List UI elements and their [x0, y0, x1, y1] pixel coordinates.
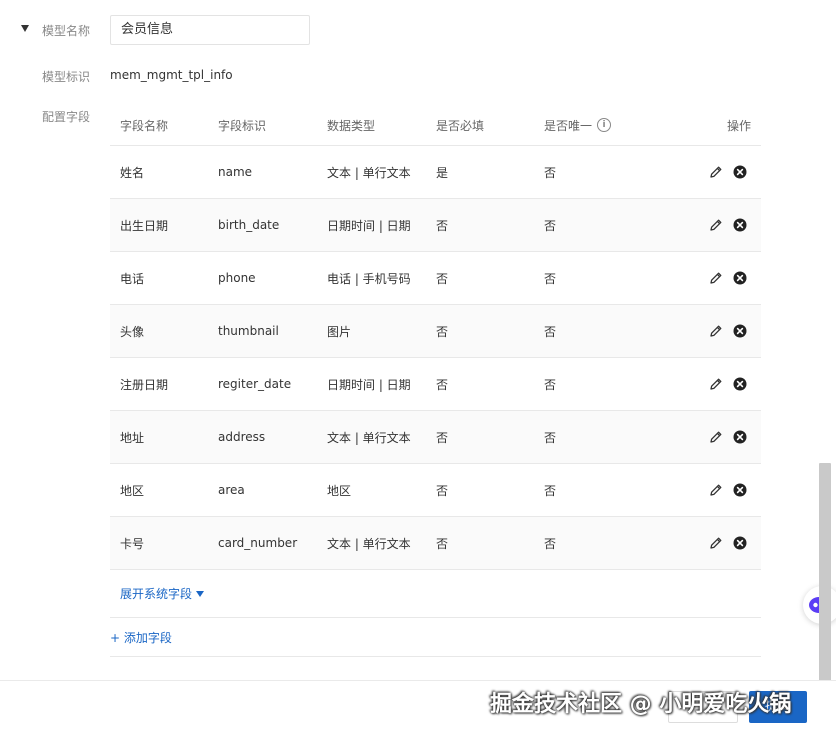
cell-field-name: 地区: [120, 483, 145, 498]
table-row: 卡号 card_number 文本 | 单行文本 否 否: [110, 517, 761, 570]
pencil-icon[interactable]: [709, 483, 723, 497]
cell-field-name: 出生日期: [120, 218, 169, 233]
collapse-caret-icon[interactable]: [21, 25, 29, 32]
cell-required: 否: [436, 377, 449, 392]
header-unique-label: 是否唯一: [544, 118, 593, 133]
model-id-value: mem_mgmt_tpl_info: [110, 68, 233, 82]
table-row: 出生日期 birth_date 日期时间 | 日期 否 否: [110, 199, 761, 252]
header-required: 是否必填: [436, 118, 485, 133]
cell-unique: 否: [544, 430, 557, 445]
pencil-icon[interactable]: [709, 377, 723, 391]
table-row: 电话 phone 电话 | 手机号码 否 否: [110, 252, 761, 305]
cell-actions: [652, 430, 761, 444]
close-circle-icon[interactable]: [733, 430, 747, 444]
pencil-icon[interactable]: [709, 536, 723, 550]
add-field-row: + 添加字段: [110, 618, 761, 657]
model-id-label: 模型标识: [42, 70, 91, 84]
cell-data-type: 电话 | 手机号码: [327, 271, 411, 286]
header-unique: 是否唯一 i: [544, 117, 652, 134]
model-name-label: 模型名称: [42, 24, 91, 38]
cell-field-name: 头像: [120, 324, 145, 339]
table-row: 姓名 name 文本 | 单行文本 是 否: [110, 146, 761, 199]
cell-field-id: card_number: [218, 536, 298, 550]
expand-system-fields-link[interactable]: 展开系统字段: [120, 585, 205, 602]
expand-system-fields-label: 展开系统字段: [120, 587, 193, 601]
table-row: 头像 thumbnail 图片 否 否: [110, 305, 761, 358]
cell-field-name: 电话: [120, 271, 145, 286]
cell-unique: 否: [544, 483, 557, 498]
cell-required: 否: [436, 324, 449, 339]
cell-data-type: 文本 | 单行文本: [327, 430, 411, 445]
cell-actions: [652, 165, 761, 179]
header-field-name: 字段名称: [120, 118, 169, 133]
cell-unique: 否: [544, 165, 557, 180]
table-row: 地址 address 文本 | 单行文本 否 否: [110, 411, 761, 464]
header-actions: 操作: [726, 118, 751, 133]
cell-field-id: thumbnail: [218, 324, 279, 338]
cell-required: 是: [436, 165, 449, 180]
cell-actions: [652, 377, 761, 391]
table-header: 字段名称 字段标识 数据类型 是否必填 是否唯一 i 操作: [110, 105, 761, 146]
cell-required: 否: [436, 430, 449, 445]
scrollbar-thumb[interactable]: [819, 463, 831, 688]
cell-required: 否: [436, 218, 449, 233]
close-circle-icon[interactable]: [733, 377, 747, 391]
cell-actions: [652, 536, 761, 550]
close-circle-icon[interactable]: [733, 271, 747, 285]
table-row: 注册日期 regiter_date 日期时间 | 日期 否 否: [110, 358, 761, 411]
close-circle-icon[interactable]: [733, 483, 747, 497]
cell-required: 否: [436, 271, 449, 286]
config-fields-label: 配置字段: [42, 110, 91, 124]
cell-field-id: phone: [218, 271, 256, 285]
cell-actions: [652, 483, 761, 497]
fields-table: 字段名称 字段标识 数据类型 是否必填 是否唯一 i 操作 姓名 name 文本 |…: [110, 105, 761, 657]
cell-unique: 否: [544, 324, 557, 339]
cell-required: 否: [436, 483, 449, 498]
cell-field-id: regiter_date: [218, 377, 292, 391]
add-field-link[interactable]: + 添加字段: [110, 629, 172, 646]
header-data-type: 数据类型: [327, 118, 376, 133]
pencil-icon[interactable]: [709, 271, 723, 285]
model-name-input[interactable]: 会员信息: [110, 15, 310, 45]
close-circle-icon[interactable]: [733, 218, 747, 232]
cell-unique: 否: [544, 377, 557, 392]
table-row: 地区 area 地区 否 否: [110, 464, 761, 517]
cell-field-name: 注册日期: [120, 377, 169, 392]
pencil-icon[interactable]: [709, 165, 723, 179]
pencil-icon[interactable]: [709, 218, 723, 232]
close-circle-icon[interactable]: [733, 165, 747, 179]
cell-field-name: 卡号: [120, 536, 145, 551]
cell-field-id: address: [218, 430, 266, 444]
cell-data-type: 文本 | 单行文本: [327, 536, 411, 551]
pencil-icon[interactable]: [709, 324, 723, 338]
cell-data-type: 图片: [327, 324, 352, 339]
cell-field-id: birth_date: [218, 218, 280, 232]
cell-field-name: 姓名: [120, 165, 145, 180]
header-field-id: 字段标识: [218, 118, 267, 133]
info-circle-icon[interactable]: i: [597, 118, 612, 132]
cell-unique: 否: [544, 536, 557, 551]
cell-data-type: 文本 | 单行文本: [327, 165, 411, 180]
cell-actions: [652, 218, 761, 232]
cell-unique: 否: [544, 271, 557, 286]
cell-data-type: 日期时间 | 日期: [327, 218, 411, 233]
cell-field-id: area: [218, 483, 245, 497]
close-circle-icon[interactable]: [733, 324, 747, 338]
close-circle-icon[interactable]: [733, 536, 747, 550]
cell-required: 否: [436, 536, 449, 551]
pencil-icon[interactable]: [709, 430, 723, 444]
cell-actions: [652, 271, 761, 285]
cell-actions: [652, 324, 761, 338]
cell-unique: 否: [544, 218, 557, 233]
cell-data-type: 地区: [327, 483, 352, 498]
watermark-text: 掘金技术社区 @ 小明爱吃火锅: [490, 692, 792, 717]
cell-field-id: name: [218, 165, 253, 179]
cell-field-name: 地址: [120, 430, 145, 445]
caret-down-icon: [196, 590, 205, 597]
expand-row: 展开系统字段: [110, 570, 761, 618]
cell-data-type: 日期时间 | 日期: [327, 377, 411, 392]
